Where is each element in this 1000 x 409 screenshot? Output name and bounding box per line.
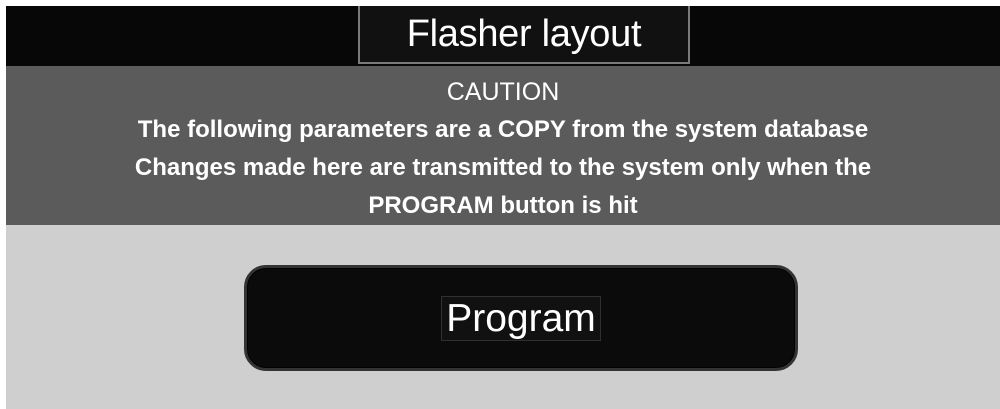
program-button-label: Program [441, 295, 601, 341]
caution-message-line-1: The following parameters are a COPY from… [137, 116, 869, 143]
page-title: Flasher layout [406, 13, 642, 55]
caution-panel: CAUTION The following parameters are a C… [6, 66, 1000, 225]
caution-message-line-3: PROGRAM button is hit [368, 192, 638, 219]
caution-title: CAUTION [446, 78, 560, 106]
caution-message-line-2: Changes made here are transmitted to the… [134, 154, 872, 181]
title-bar: Flasher layout [6, 6, 1000, 66]
program-panel: Program [6, 225, 1000, 409]
flasher-layout-screen: Flasher layout CAUTION The following par… [0, 0, 1000, 409]
page-title-box: Flasher layout [358, 6, 690, 64]
program-button[interactable]: Program [244, 265, 798, 371]
